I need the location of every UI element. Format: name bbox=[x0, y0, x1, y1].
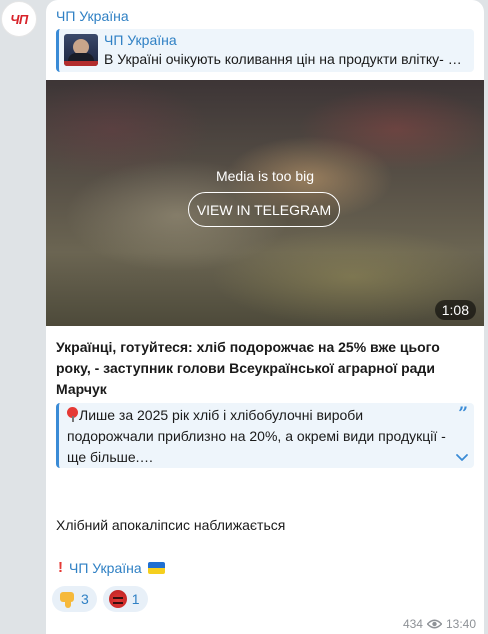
quote-text: Лише за 2025 рік хліб і хлібобулочні вир… bbox=[67, 407, 446, 465]
forwarded-preview[interactable]: ЧП Україна В Україні очікують коливання … bbox=[56, 29, 474, 72]
message-bubble: ЧП Україна ЧП Україна В Україні очікують… bbox=[46, 0, 484, 634]
thumbs-down-icon bbox=[58, 590, 76, 608]
signature-text: ЧП Україна bbox=[69, 559, 142, 576]
video-duration: 1:08 bbox=[434, 300, 476, 320]
video-preview[interactable]: Media is too big VIEW IN TELEGRAM 1:08 bbox=[46, 80, 484, 326]
channel-avatar[interactable]: ЧП bbox=[1, 1, 37, 37]
channel-signature[interactable]: ! ЧП Україна bbox=[56, 559, 165, 576]
view-in-telegram-button[interactable]: VIEW IN TELEGRAM bbox=[188, 192, 340, 227]
expandable-quote[interactable]: Лише за 2025 рік хліб і хлібобулочні вир… bbox=[56, 403, 474, 468]
exclamation-icon: ! bbox=[58, 559, 63, 576]
forwarded-title: ЧП Україна bbox=[104, 32, 177, 48]
eye-icon bbox=[426, 619, 442, 629]
message-time: 13:40 bbox=[445, 617, 476, 631]
forwarded-thumbnail bbox=[64, 34, 98, 66]
avatar-text: ЧП bbox=[10, 11, 28, 27]
angry-face-icon bbox=[108, 590, 127, 608]
quote-body: Лише за 2025 рік хліб і хлібобулочні вир… bbox=[67, 405, 452, 468]
post-closing-line: Хлібний апокаліпсис наближається bbox=[56, 517, 286, 533]
media-too-big-label: Media is too big bbox=[215, 168, 315, 184]
reaction-thumbs-down[interactable]: 3 bbox=[52, 586, 97, 612]
post-headline: Українці, готуйтеся: хліб подорожчає на … bbox=[56, 339, 440, 397]
forwarded-text: В Україні очікують коливання цін на прод… bbox=[104, 51, 469, 67]
message-meta: 434 13:40 bbox=[403, 617, 476, 631]
channel-name[interactable]: ЧП Україна bbox=[56, 8, 129, 24]
chevron-down-icon[interactable] bbox=[455, 450, 469, 464]
reaction-count: 1 bbox=[131, 591, 140, 607]
view-count: 434 bbox=[402, 617, 423, 631]
quote-mark-icon: ” bbox=[458, 404, 468, 424]
reaction-count: 3 bbox=[81, 591, 89, 607]
reactions-bar: 3 1 bbox=[52, 586, 148, 612]
ukraine-flag-icon bbox=[147, 561, 165, 574]
reaction-angry[interactable]: 1 bbox=[102, 586, 148, 612]
pin-icon bbox=[67, 407, 78, 422]
